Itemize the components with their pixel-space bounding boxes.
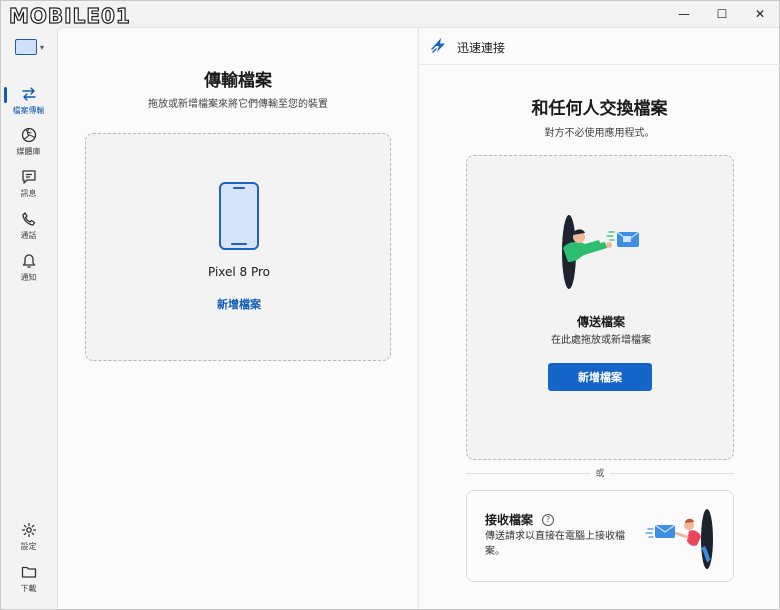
or-text: 或	[595, 469, 605, 479]
maximize-button[interactable]: ☐	[703, 1, 741, 27]
phone-icon	[21, 210, 37, 228]
send-drop-zone[interactable]: 傳送檔案 在此處拖放或新增檔案 新增檔案	[466, 155, 734, 460]
sidebar-item-label: 通話	[20, 231, 37, 240]
add-files-button[interactable]: 新增檔案	[548, 363, 652, 391]
sidebar-item-label: 下載	[20, 584, 37, 593]
receive-files-title: 接收檔案 ?	[485, 511, 555, 528]
device-picker[interactable]: ▾	[15, 39, 44, 55]
close-button[interactable]: ✕	[741, 1, 779, 27]
sidebar-item-messages[interactable]: 訊息	[1, 168, 56, 199]
page-title: 傳輸檔案	[204, 71, 272, 91]
bell-icon	[21, 252, 37, 270]
receive-files-card[interactable]: 接收檔案 ? 傳送請求以直接在電腦上接收檔案。	[466, 490, 734, 582]
sidebar-item-label: 檔案傳輸	[12, 106, 45, 115]
transfer-icon	[21, 85, 37, 103]
send-files-title: 傳送檔案	[576, 315, 625, 329]
sidebar-item-notifications[interactable]: 通知	[1, 252, 56, 283]
sidebar-item-downloads[interactable]: 下載	[1, 563, 56, 594]
sidebar-item-label: 通知	[20, 273, 37, 282]
sidebar-item-settings[interactable]: 設定	[1, 521, 56, 552]
receive-files-description: 傳送請求以直接在電腦上接收檔案。	[485, 531, 625, 557]
sidebar-item-label: 訊息	[20, 189, 37, 198]
device-name: Pixel 8 Pro	[207, 265, 271, 279]
receive-illustration	[645, 507, 721, 573]
gear-icon	[21, 521, 37, 539]
folder-icon	[21, 563, 37, 581]
send-illustration	[557, 214, 643, 300]
watermark-text: MOBILE01	[8, 3, 131, 28]
device-drop-zone[interactable]: Pixel 8 Pro 新增檔案	[85, 133, 391, 361]
media-icon	[21, 126, 37, 144]
transfer-panel: 傳輸檔案 拖放或新增檔案來將它們傳輸至您的裝置 Pixel 8 Pro 新增檔案	[57, 27, 417, 609]
title-bar: MOBILE01 — ☐ ✕	[1, 1, 779, 29]
app-window: MOBILE01 — ☐ ✕ ▾ 檔案傳輸 媒體庫 訊息 通話 通知 設定 下載…	[0, 0, 780, 610]
window-controls: — ☐ ✕	[665, 1, 779, 27]
sidebar-item-media[interactable]: 媒體庫	[1, 126, 56, 157]
chevron-down-icon: ▾	[40, 42, 45, 52]
quick-share-header: 迅速連接	[431, 37, 505, 57]
laptop-icon	[15, 39, 37, 55]
sidebar-item-label: 設定	[20, 542, 37, 551]
phone-device-icon	[219, 182, 259, 250]
help-icon[interactable]: ?	[542, 513, 555, 526]
sidebar: ▾ 檔案傳輸 媒體庫 訊息 通話 通知 設定 下載	[1, 27, 56, 609]
sidebar-item-file-transfer[interactable]: 檔案傳輸	[1, 85, 56, 116]
page-subtitle: 拖放或新增檔案來將它們傳輸至您的裝置	[148, 99, 328, 110]
header-divider	[419, 64, 780, 65]
quick-share-label: 迅速連接	[457, 40, 506, 55]
add-files-link[interactable]: 新增檔案	[86, 296, 392, 312]
send-files-subtitle: 在此處拖放或新增檔案	[551, 335, 651, 346]
minimize-button[interactable]: —	[665, 1, 703, 27]
quick-share-panel: 迅速連接 和任何人交換檔案 對方不必使用應用程式。 傳送檔案 在此處拖放或新增檔…	[418, 27, 780, 609]
watermark: MOBILE01	[8, 3, 131, 29]
share-title: 和任何人交換檔案	[531, 99, 668, 119]
share-subtitle: 對方不必使用應用程式。	[544, 128, 655, 139]
receive-files-title-text: 接收檔案	[485, 513, 534, 527]
message-icon	[21, 168, 37, 186]
sidebar-item-calls[interactable]: 通話	[1, 210, 56, 241]
or-separator: 或	[466, 466, 734, 480]
lightning-icon	[431, 37, 449, 57]
sidebar-item-label: 媒體庫	[16, 147, 41, 156]
